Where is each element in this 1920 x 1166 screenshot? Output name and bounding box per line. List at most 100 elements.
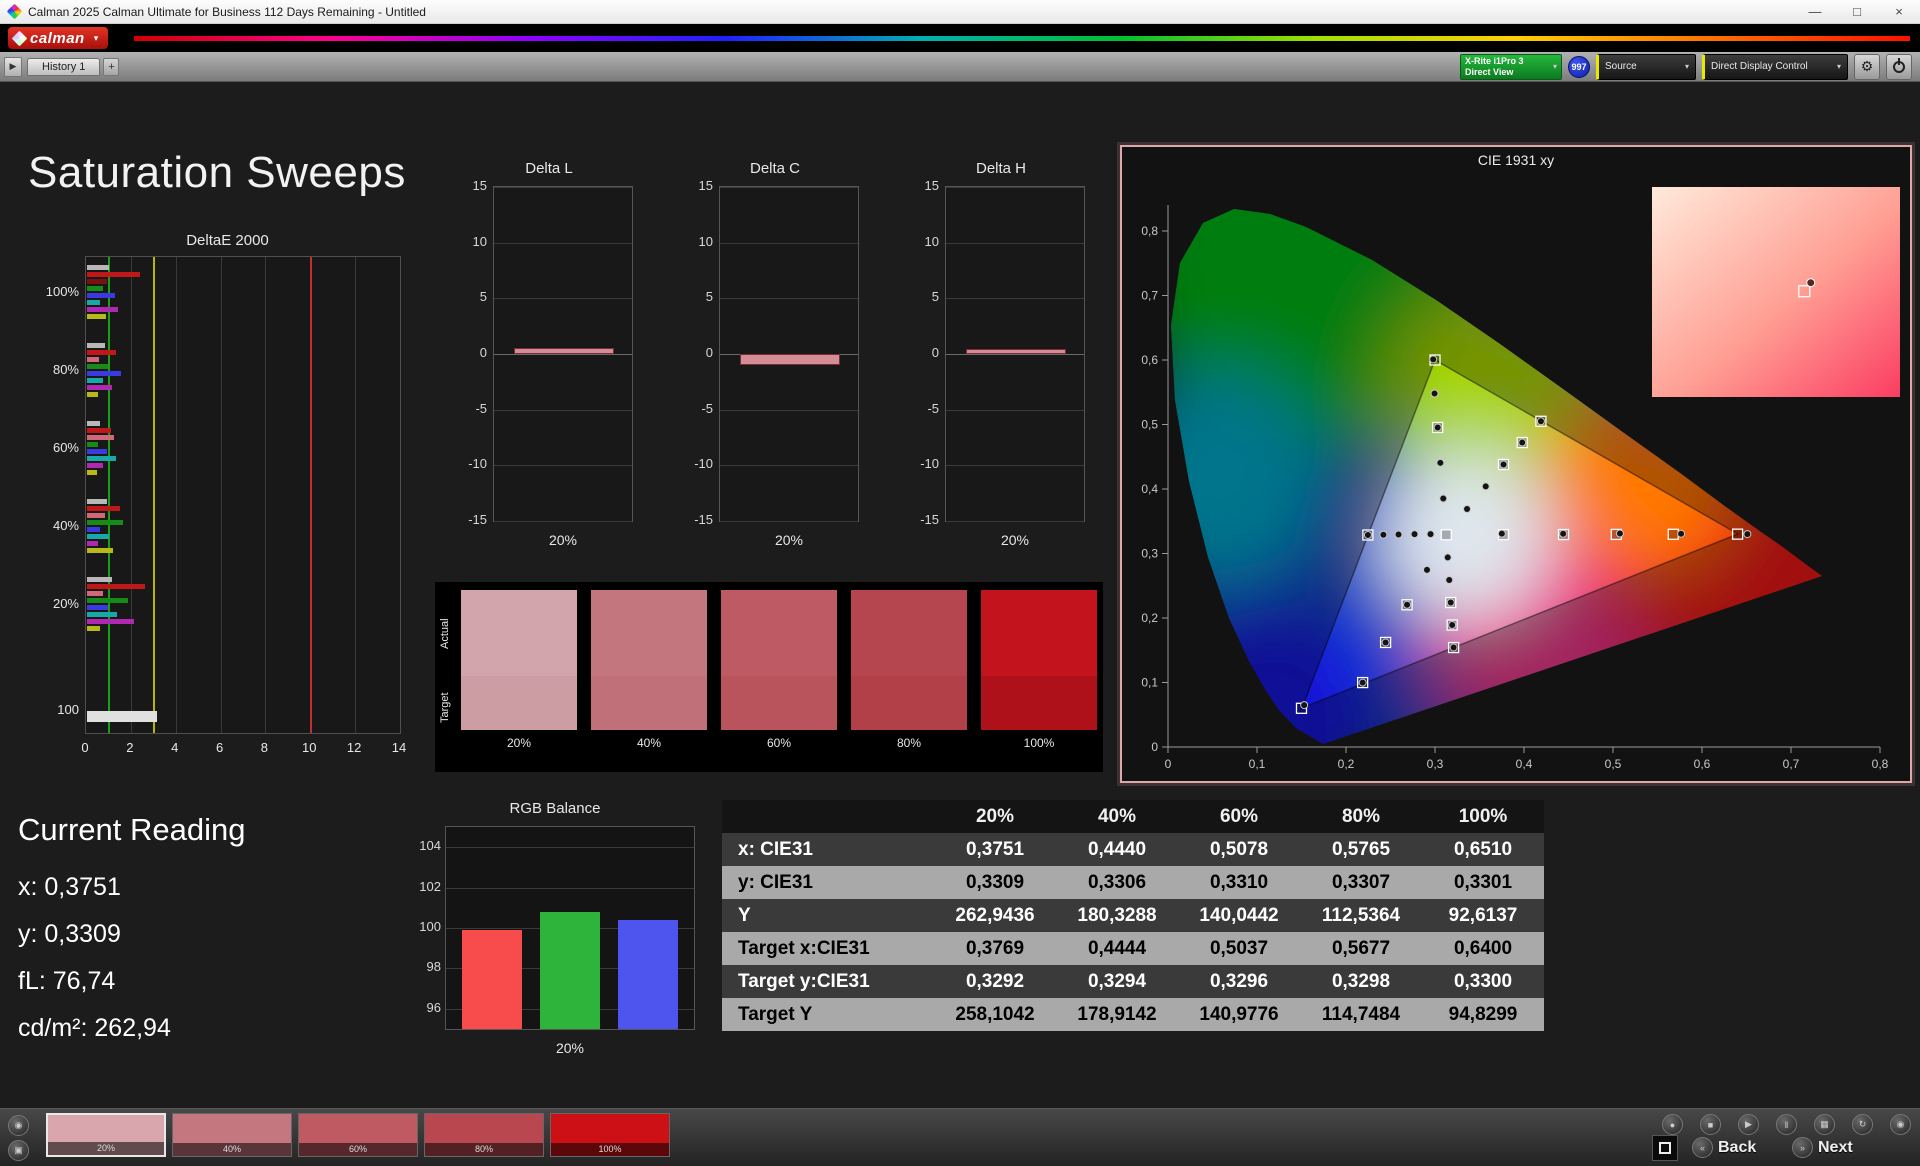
gridline bbox=[946, 465, 1084, 467]
add-tab-button[interactable]: + bbox=[103, 57, 120, 76]
bottom-swatch-100%[interactable]: 100% bbox=[550, 1113, 670, 1157]
bottom-swatch-20%[interactable]: 20% bbox=[46, 1113, 166, 1157]
refresh-button[interactable]: ↻ bbox=[1852, 1114, 1873, 1135]
deltae-bar bbox=[87, 371, 121, 376]
deltae-bar bbox=[87, 527, 101, 532]
chevron-down-icon: ▾ bbox=[93, 32, 99, 43]
bottom-swatch-60%[interactable]: 60% bbox=[298, 1113, 418, 1157]
meter-count-badge[interactable]: 997 bbox=[1568, 55, 1590, 78]
deltae-bar bbox=[87, 513, 105, 518]
source-select-button[interactable]: Source ▾ bbox=[1596, 53, 1696, 80]
deltae-bar bbox=[87, 300, 101, 305]
value-cell: 92,6137 bbox=[1448, 905, 1518, 926]
display-control-button[interactable]: Direct Display Control ▾ bbox=[1702, 53, 1848, 80]
measured-point bbox=[1410, 530, 1419, 539]
pattern-window-button[interactable] bbox=[1652, 1135, 1678, 1161]
deltae-bar bbox=[87, 265, 110, 270]
logo-bar: calman ▾ bbox=[0, 24, 1920, 52]
calman-app: Calman 2025 Calman Ultimate for Business… bbox=[0, 0, 1920, 1166]
tab-history-1[interactable]: History 1 bbox=[27, 57, 101, 76]
x-tick-label: 2 bbox=[126, 740, 134, 755]
display-control-label: Direct Display Control bbox=[1711, 61, 1808, 72]
gridline bbox=[946, 298, 1084, 300]
meter-select-button[interactable]: X-Rite i1Pro 3 Direct View ▾ bbox=[1460, 53, 1562, 80]
x-tick-label: 0,1 bbox=[1249, 757, 1266, 771]
record-button[interactable]: ● bbox=[1662, 1114, 1683, 1135]
power-button[interactable] bbox=[1886, 53, 1912, 80]
deltae-bar bbox=[87, 449, 108, 454]
deltae-bar bbox=[87, 626, 101, 631]
delta-h-chart: Delta H 20% 15 10 5 0 -5 -10 -15 bbox=[911, 160, 1091, 568]
next-button[interactable]: » Next bbox=[1792, 1137, 1853, 1158]
calman-logo-button[interactable]: calman ▾ bbox=[8, 27, 109, 49]
target-swatch bbox=[981, 676, 1097, 730]
y-tick-label: 100% bbox=[45, 284, 79, 299]
gridline bbox=[265, 257, 267, 733]
gridline bbox=[130, 257, 132, 733]
green-bar bbox=[540, 911, 600, 1029]
y-tick-label: 100 bbox=[419, 919, 441, 934]
camera-button[interactable]: ◉ bbox=[8, 1115, 29, 1136]
swatch-label: 40% bbox=[173, 1143, 291, 1156]
deltae-bar bbox=[87, 499, 108, 504]
stop-button[interactable]: ■ bbox=[1700, 1114, 1721, 1135]
header-cell: 80% bbox=[1341, 806, 1381, 827]
pause-button[interactable]: ‖ bbox=[1776, 1114, 1797, 1135]
gridline bbox=[494, 465, 632, 467]
swatch-label: 80% bbox=[896, 736, 922, 750]
current-reading: Current Reading x: 0,3751 y: 0,3309 fL: … bbox=[18, 812, 245, 1052]
gridline bbox=[720, 521, 858, 522]
calman-diamond-icon bbox=[11, 30, 28, 46]
minimize-button[interactable]: — bbox=[1794, 0, 1836, 23]
bottom-bar: ◉ ▣ 20% 40% 60% 80% 100% ● ■ ▶ ‖ ▦ ↻ ◉ « Back » Ne… bbox=[0, 1108, 1920, 1166]
record-icon: ● bbox=[1669, 1119, 1676, 1130]
close-button[interactable]: × bbox=[1878, 0, 1920, 23]
cie-panel: CIE 1931 xy 0 0,1 0,2 0,3 0,4 0,5 0,6 0,… bbox=[1120, 145, 1912, 783]
x-tick-label: 0,4 bbox=[1516, 757, 1533, 771]
table-row: y: CIE31 0,3309 0,3306 0,3310 0,3307 0,3301 bbox=[722, 866, 1544, 899]
target-button[interactable]: ◉ bbox=[1890, 1114, 1911, 1135]
expand-history-button[interactable]: ▶ bbox=[4, 56, 22, 77]
bottom-swatch-40%[interactable]: 40% bbox=[172, 1113, 292, 1157]
current-reading-title: Current Reading bbox=[18, 812, 246, 847]
next-icon: » bbox=[1792, 1137, 1813, 1158]
rgb-plot bbox=[445, 826, 695, 1030]
settings-button[interactable]: ⚙ bbox=[1854, 53, 1880, 80]
target-point bbox=[1440, 529, 1452, 541]
gridline bbox=[494, 409, 632, 411]
y-tick-label: 10 bbox=[698, 233, 713, 249]
y-tick-label: 0,3 bbox=[1141, 547, 1158, 561]
swatch-label: 20% bbox=[48, 1142, 164, 1155]
x-tick-label: 0,3 bbox=[1427, 757, 1444, 771]
value-cell: 178,9142 bbox=[1077, 1004, 1157, 1025]
layers-button[interactable]: ▣ bbox=[8, 1140, 29, 1161]
history-tab-label: History 1 bbox=[42, 60, 86, 73]
measured-point bbox=[1300, 701, 1309, 710]
header-cell: 40% bbox=[1097, 806, 1137, 827]
deltae-bar bbox=[87, 435, 114, 440]
y-tick-label: -15 bbox=[920, 512, 939, 527]
grid-icon: ▦ bbox=[1820, 1119, 1829, 1129]
meter-label: X-Rite i1Pro 3 Direct View bbox=[1465, 56, 1524, 78]
next-arrow-glyph: » bbox=[1799, 1142, 1805, 1153]
delta-bar bbox=[740, 354, 840, 366]
row-label: x: CIE31 bbox=[738, 839, 813, 860]
back-icon: « bbox=[1692, 1137, 1713, 1158]
maximize-button[interactable]: □ bbox=[1836, 0, 1878, 23]
value-cell: 114,7484 bbox=[1321, 1004, 1401, 1025]
value-cell: 0,3298 bbox=[1331, 971, 1391, 992]
bottom-swatch-80%[interactable]: 80% bbox=[424, 1113, 544, 1157]
deltae-bar bbox=[87, 357, 100, 362]
grid-button[interactable]: ▦ bbox=[1814, 1114, 1835, 1135]
delta-c-chart: Delta C 20% 15 10 5 0 -5 -10 -15 bbox=[685, 160, 865, 568]
play-button[interactable]: ▶ bbox=[1738, 1114, 1759, 1135]
y-tick-label: -10 bbox=[694, 456, 713, 472]
back-arrow-glyph: « bbox=[1699, 1142, 1705, 1153]
maximize-icon: □ bbox=[1853, 4, 1861, 19]
actual-swatch bbox=[721, 590, 837, 676]
swatch-label: 80% bbox=[425, 1143, 543, 1156]
swatch-column: 40% bbox=[591, 590, 707, 750]
value-cell: 258,1042 bbox=[955, 1004, 1035, 1025]
back-button[interactable]: « Back bbox=[1692, 1137, 1756, 1158]
gridline bbox=[946, 409, 1084, 411]
